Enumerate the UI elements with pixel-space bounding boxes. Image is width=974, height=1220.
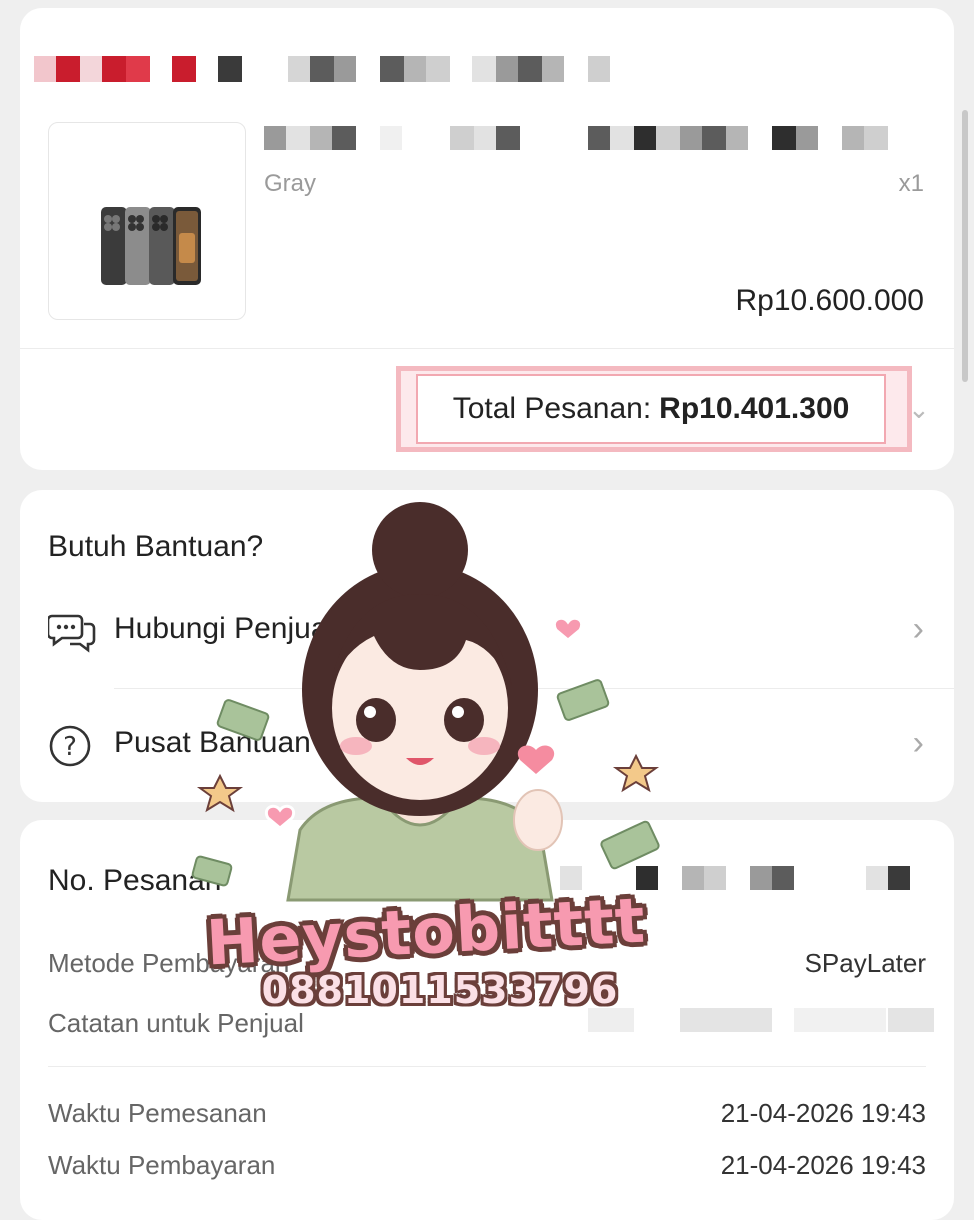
order-card: Gray x1 Rp10.600.000 Total Pesanan: Rp10… <box>20 8 954 470</box>
order-total-value: Rp10.401.300 <box>659 392 850 425</box>
payment-time-row: Waktu Pembayaran 21-04-2026 19:43 <box>48 1150 926 1184</box>
product-price: Rp10.600.000 <box>735 284 925 317</box>
chevron-right-icon: › <box>912 610 924 648</box>
order-time-row: Waktu Pemesanan 21-04-2026 19:43 <box>48 1098 926 1132</box>
payment-time-label: Waktu Pembayaran <box>48 1150 276 1180</box>
svg-text:?: ? <box>63 732 77 762</box>
chat-bubbles-icon <box>46 610 96 654</box>
product-title-censored <box>264 126 924 154</box>
scrollbar[interactable] <box>962 110 968 382</box>
order-time-label: Waktu Pemesanan <box>48 1098 267 1128</box>
payment-method-value: SPayLater <box>804 948 926 978</box>
order-total[interactable]: Total Pesanan: Rp10.401.300 <box>416 374 886 444</box>
phone-image <box>101 207 201 285</box>
divider <box>20 348 954 349</box>
chevron-down-icon[interactable]: ⌄ <box>908 394 930 425</box>
chevron-right-icon: › <box>912 724 924 762</box>
order-total-label: Total Pesanan: <box>452 392 652 425</box>
product-image[interactable] <box>48 122 246 320</box>
product-variant: Gray <box>264 170 317 197</box>
divider <box>48 1066 926 1067</box>
payment-time-value: 21-04-2026 19:43 <box>720 1150 926 1180</box>
product-quantity: x1 <box>898 170 924 197</box>
watermark-phone: 0881011533796 <box>261 968 619 1012</box>
shop-name-censored <box>34 56 654 82</box>
question-circle-icon: ? <box>48 724 96 768</box>
order-time-value: 21-04-2026 19:43 <box>720 1098 926 1128</box>
